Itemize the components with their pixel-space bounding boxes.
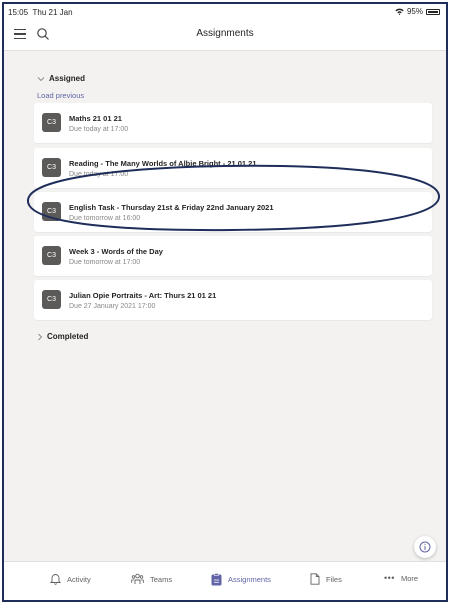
- assignment-due: Due tomorrow at 16:00: [69, 215, 141, 222]
- assignment-card[interactable]: C3 Week 3 - Words of the Day Due tomorro…: [34, 236, 432, 276]
- assignment-card[interactable]: C3 English Task - Thursday 21st & Friday…: [34, 192, 432, 232]
- class-badge: C3: [42, 113, 61, 132]
- tab-label: More: [400, 573, 419, 583]
- battery-percent: 95%: [406, 7, 423, 16]
- bell-icon: [50, 574, 61, 585]
- status-right: 95%: [395, 7, 440, 16]
- class-badge: C3: [42, 290, 61, 309]
- assignment-card[interactable]: C3 Julian Opie Portraits - Art: Thurs 21…: [34, 280, 432, 320]
- tab-label: Teams: [150, 574, 173, 584]
- assigned-label: Assigned: [49, 74, 86, 83]
- class-badge: C3: [42, 202, 61, 221]
- assignment-title: Maths 21 01 21: [69, 114, 122, 123]
- tab-assignments[interactable]: Assignments: [211, 573, 271, 586]
- assignment-title: Julian Opie Portraits - Art: Thurs 21 01…: [69, 291, 217, 300]
- tab-files[interactable]: Files: [310, 573, 342, 585]
- tab-label: Files: [326, 574, 342, 584]
- file-icon: [310, 573, 320, 585]
- assignment-title: English Task - Thursday 21st & Friday 22…: [69, 203, 274, 212]
- teams-icon: [131, 573, 144, 584]
- class-badge: C3: [42, 158, 61, 177]
- tab-more[interactable]: ••• More: [384, 573, 418, 583]
- status-bar: 15:05 Thu 21 Jan 95%: [4, 4, 446, 20]
- help-button[interactable]: [414, 536, 436, 558]
- completed-section-toggle[interactable]: Completed: [37, 332, 88, 341]
- assignment-card[interactable]: C3 Reading - The Many Worlds of Albie Br…: [34, 148, 432, 188]
- chevron-down-icon: [37, 76, 45, 81]
- assignment-due: Due tomorrow at 17:00: [69, 259, 141, 266]
- assignment-due: Due 27 January 2021 17:00: [69, 303, 156, 310]
- assigned-section-toggle[interactable]: Assigned: [37, 74, 85, 83]
- assignment-title: Week 3 - Words of the Day: [69, 247, 163, 256]
- status-time-date: 15:05 Thu 21 Jan: [8, 8, 73, 17]
- tab-label: Assignments: [228, 575, 271, 584]
- tab-label: Activity: [67, 574, 91, 584]
- assignment-due: Due today at 17:00: [69, 171, 129, 178]
- assignment-card[interactable]: C3 Maths 21 01 21 Due today at 17:00: [34, 103, 432, 143]
- assignments-list: Assigned Load previous C3 Maths 21 01 21…: [4, 51, 446, 566]
- tab-teams[interactable]: Teams: [131, 573, 172, 585]
- completed-label: Completed: [47, 332, 89, 341]
- assignments-icon: [211, 573, 222, 586]
- more-dots-icon: •••: [384, 573, 395, 583]
- assignment-due: Due today at 17:00: [69, 126, 129, 133]
- load-previous-link[interactable]: Load previous: [37, 91, 84, 100]
- assignment-title: Reading - The Many Worlds of Albie Brigh…: [69, 159, 257, 168]
- bottom-tab-bar: Activity Teams Assignments Files ••• Mor…: [4, 561, 446, 600]
- wifi-icon: [395, 8, 404, 15]
- chevron-right-icon: [38, 333, 43, 340]
- class-badge: C3: [42, 246, 61, 265]
- battery-icon: [426, 8, 440, 15]
- top-app-bar: Assignments: [4, 20, 446, 51]
- app-frame: 15:05 Thu 21 Jan 95% Assignments Assigne…: [2, 2, 448, 602]
- page-title: Assignments: [196, 28, 254, 39]
- info-icon: [419, 541, 431, 553]
- tab-activity[interactable]: Activity: [50, 573, 91, 585]
